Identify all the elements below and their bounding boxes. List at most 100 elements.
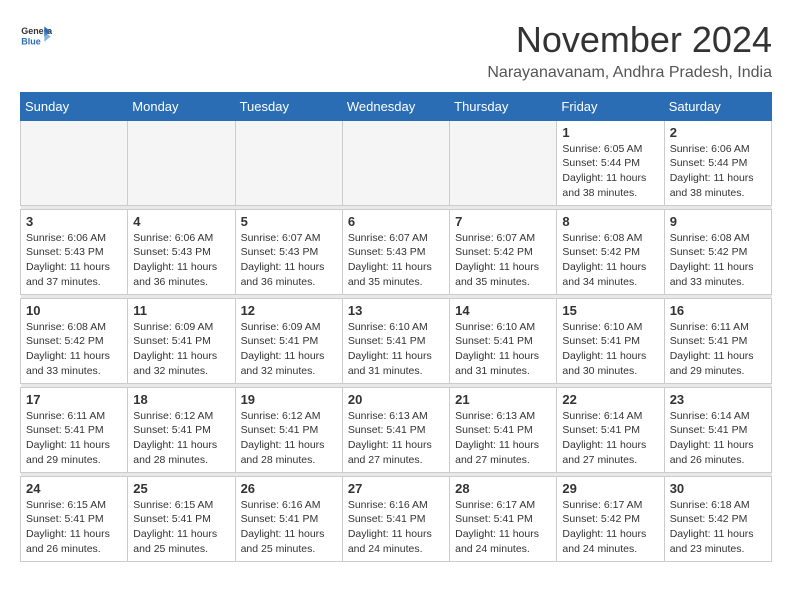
calendar-cell: 25Sunrise: 6:15 AM Sunset: 5:41 PM Dayli… [128,476,235,561]
day-info: Sunrise: 6:08 AM Sunset: 5:42 PM Dayligh… [670,231,766,290]
day-info: Sunrise: 6:08 AM Sunset: 5:42 PM Dayligh… [26,320,122,379]
calendar-cell: 23 Sunrise: 6:14 AM Sunset: 5:41 PM Dayli… [664,387,771,472]
day-number: 4 [133,214,229,229]
logo: General Blue [20,20,52,52]
day-number: 12 [241,303,337,318]
day-info: Sunrise: 6:17 AM Sunset: 5:42 PM Dayligh… [562,498,658,557]
day-number: 11 [133,303,229,318]
day-number: 8 [562,214,658,229]
calendar-cell: 2 Sunrise: 6:06 AM Sunset: 5:44 PM Daylig… [664,120,771,205]
column-header-sunday: Sunday [21,92,128,120]
calendar-header-row: SundayMondayTuesdayWednesdayThursdayFrid… [21,92,772,120]
day-info: Sunrise: 6:08 AM Sunset: 5:42 PM Dayligh… [562,231,658,290]
day-number: 3 [26,214,122,229]
day-number: 10 [26,303,122,318]
calendar-cell: 8 Sunrise: 6:08 AM Sunset: 5:42 PM Daylig… [557,209,664,294]
column-header-wednesday: Wednesday [342,92,449,120]
day-number: 14 [455,303,551,318]
calendar-cell [342,120,449,205]
calendar-cell: 5 Sunrise: 6:07 AM Sunset: 5:43 PM Daylig… [235,209,342,294]
calendar-cell: 21Sunrise: 6:13 AM Sunset: 5:41 PM Dayli… [450,387,557,472]
day-info: Sunrise: 6:10 AM Sunset: 5:41 PM Dayligh… [562,320,658,379]
day-number: 30 [670,481,766,496]
week-row-4: 17 Sunrise: 6:11 AM Sunset: 5:41 PM Dayli… [21,387,772,472]
day-number: 26 [241,481,337,496]
day-info: Sunrise: 6:06 AM Sunset: 5:43 PM Dayligh… [133,231,229,290]
calendar-cell: 26 Sunrise: 6:16 AM Sunset: 5:41 PM Dayli… [235,476,342,561]
day-number: 1 [562,125,658,140]
day-number: 13 [348,303,444,318]
calendar-cell: 18 Sunrise: 6:12 AM Sunset: 5:41 PM Dayli… [128,387,235,472]
calendar-cell: 13 Sunrise: 6:10 AM Sunset: 5:41 PM Dayli… [342,298,449,383]
day-info: Sunrise: 6:10 AM Sunset: 5:41 PM Dayligh… [455,320,551,379]
day-number: 29 [562,481,658,496]
day-info: Sunrise: 6:14 AM Sunset: 5:41 PM Dayligh… [670,409,766,468]
day-number: 9 [670,214,766,229]
day-info: Sunrise: 6:16 AM Sunset: 5:41 PM Dayligh… [241,498,337,557]
day-info: Sunrise: 6:09 AM Sunset: 5:41 PM Dayligh… [133,320,229,379]
day-number: 28 [455,481,551,496]
week-row-5: 24Sunrise: 6:15 AM Sunset: 5:41 PM Dayli… [21,476,772,561]
day-info: Sunrise: 6:17 AM Sunset: 5:41 PM Dayligh… [455,498,551,557]
day-info: Sunrise: 6:05 AM Sunset: 5:44 PM Dayligh… [562,142,658,201]
calendar-table: SundayMondayTuesdayWednesdayThursdayFrid… [20,92,772,562]
day-info: Sunrise: 6:11 AM Sunset: 5:41 PM Dayligh… [26,409,122,468]
day-number: 27 [348,481,444,496]
calendar-cell: 27 Sunrise: 6:16 AM Sunset: 5:41 PM Dayli… [342,476,449,561]
day-number: 16 [670,303,766,318]
day-number: 15 [562,303,658,318]
day-number: 7 [455,214,551,229]
day-info: Sunrise: 6:07 AM Sunset: 5:43 PM Dayligh… [348,231,444,290]
day-info: Sunrise: 6:07 AM Sunset: 5:42 PM Dayligh… [455,231,551,290]
day-info: Sunrise: 6:09 AM Sunset: 5:41 PM Dayligh… [241,320,337,379]
page-title: November 2024 [487,20,772,60]
calendar-cell: 14 Sunrise: 6:10 AM Sunset: 5:41 PM Dayli… [450,298,557,383]
calendar-cell: 12 Sunrise: 6:09 AM Sunset: 5:41 PM Dayli… [235,298,342,383]
page-subtitle: Narayanavanam, Andhra Pradesh, India [487,64,772,82]
calendar-cell: 7 Sunrise: 6:07 AM Sunset: 5:42 PM Daylig… [450,209,557,294]
calendar-cell: 15 Sunrise: 6:10 AM Sunset: 5:41 PM Dayli… [557,298,664,383]
day-number: 5 [241,214,337,229]
calendar-cell [235,120,342,205]
calendar-cell [128,120,235,205]
calendar-cell: 20 Sunrise: 6:13 AM Sunset: 5:41 PM Dayli… [342,387,449,472]
day-number: 18 [133,392,229,407]
title-area: November 2024 Narayanavanam, Andhra Prad… [487,20,772,82]
calendar-cell: 1 Sunrise: 6:05 AM Sunset: 5:44 PM Daylig… [557,120,664,205]
week-row-3: 10 Sunrise: 6:08 AM Sunset: 5:42 PM Dayli… [21,298,772,383]
day-info: Sunrise: 6:15 AM Sunset: 5:41 PM Dayligh… [133,498,229,557]
day-info: Sunrise: 6:13 AM Sunset: 5:41 PM Dayligh… [455,409,551,468]
day-info: Sunrise: 6:18 AM Sunset: 5:42 PM Dayligh… [670,498,766,557]
calendar-cell: 16Sunrise: 6:11 AM Sunset: 5:41 PM Dayli… [664,298,771,383]
day-info: Sunrise: 6:14 AM Sunset: 5:41 PM Dayligh… [562,409,658,468]
calendar-cell: 19Sunrise: 6:12 AM Sunset: 5:41 PM Dayli… [235,387,342,472]
day-number: 2 [670,125,766,140]
day-info: Sunrise: 6:06 AM Sunset: 5:44 PM Dayligh… [670,142,766,201]
calendar-cell: 10 Sunrise: 6:08 AM Sunset: 5:42 PM Dayli… [21,298,128,383]
calendar-cell [450,120,557,205]
calendar-cell: 30 Sunrise: 6:18 AM Sunset: 5:42 PM Dayli… [664,476,771,561]
day-number: 6 [348,214,444,229]
calendar-cell: 29 Sunrise: 6:17 AM Sunset: 5:42 PM Dayli… [557,476,664,561]
svg-text:Blue: Blue [21,36,40,46]
day-number: 20 [348,392,444,407]
day-info: Sunrise: 6:16 AM Sunset: 5:41 PM Dayligh… [348,498,444,557]
calendar-cell: 4 Sunrise: 6:06 AM Sunset: 5:43 PM Daylig… [128,209,235,294]
day-number: 23 [670,392,766,407]
day-number: 17 [26,392,122,407]
column-header-thursday: Thursday [450,92,557,120]
day-info: Sunrise: 6:12 AM Sunset: 5:41 PM Dayligh… [133,409,229,468]
day-info: Sunrise: 6:10 AM Sunset: 5:41 PM Dayligh… [348,320,444,379]
week-row-1: 1 Sunrise: 6:05 AM Sunset: 5:44 PM Daylig… [21,120,772,205]
calendar-cell: 22Sunrise: 6:14 AM Sunset: 5:41 PM Dayli… [557,387,664,472]
day-info: Sunrise: 6:15 AM Sunset: 5:41 PM Dayligh… [26,498,122,557]
day-info: Sunrise: 6:13 AM Sunset: 5:41 PM Dayligh… [348,409,444,468]
column-header-saturday: Saturday [664,92,771,120]
calendar-cell: 6 Sunrise: 6:07 AM Sunset: 5:43 PM Daylig… [342,209,449,294]
logo-icon: General Blue [20,20,52,52]
day-number: 19 [241,392,337,407]
page-header: General Blue November 2024 Narayanavanam… [20,20,772,82]
calendar-cell: 28 Sunrise: 6:17 AM Sunset: 5:41 PM Dayli… [450,476,557,561]
day-info: Sunrise: 6:07 AM Sunset: 5:43 PM Dayligh… [241,231,337,290]
week-row-2: 3 Sunrise: 6:06 AM Sunset: 5:43 PM Daylig… [21,209,772,294]
